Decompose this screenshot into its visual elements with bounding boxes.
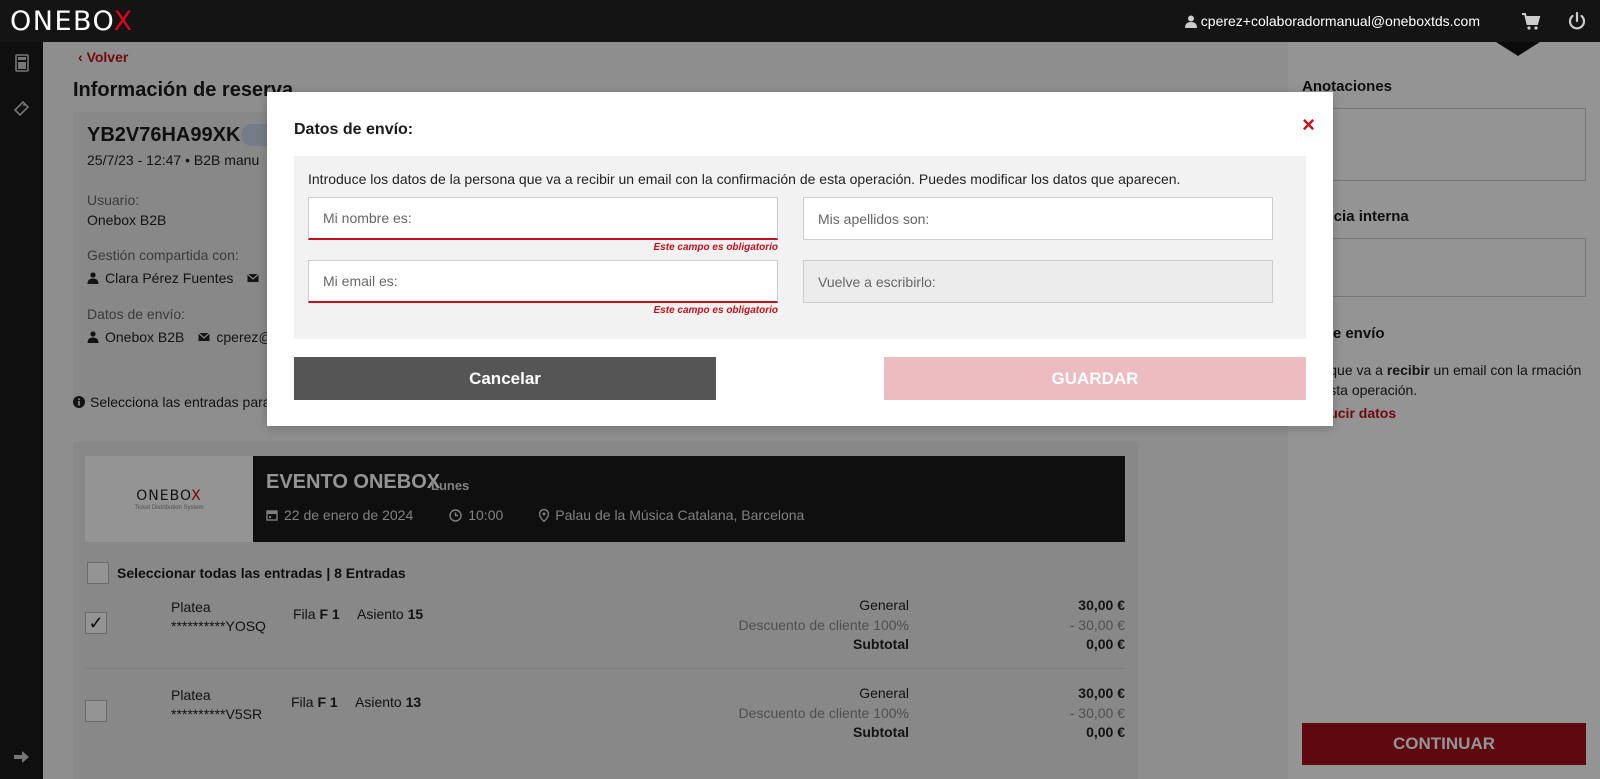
first-name-input[interactable] xyxy=(308,197,778,240)
cancel-button[interactable]: Cancelar xyxy=(294,357,716,400)
top-bar: ONEBOX cperez+colaboradormanual@oneboxtd… xyxy=(0,0,1600,42)
modal-body: Introduce los datos de la persona que va… xyxy=(294,156,1306,339)
user-account[interactable]: cperez+colaboradormanual@oneboxtds.com xyxy=(1184,13,1480,29)
save-button[interactable]: GUARDAR xyxy=(884,357,1306,400)
last-name-input[interactable] xyxy=(803,197,1273,240)
onebox-logo[interactable]: ONEBOX xyxy=(10,6,134,37)
power-icon[interactable] xyxy=(1566,10,1588,32)
email-input[interactable] xyxy=(308,260,778,303)
logo-x: X xyxy=(113,6,134,37)
shipping-data-modal: Datos de envío: × Introduce los datos de… xyxy=(267,92,1333,426)
email-error: Este campo es obligatorio xyxy=(653,305,778,316)
logo-text: ONEBO xyxy=(10,6,114,37)
modal-description: Introduce los datos de la persona que va… xyxy=(308,171,1181,187)
cart-icon[interactable] xyxy=(1520,10,1542,32)
first-name-error: Este campo es obligatorio xyxy=(653,242,778,253)
close-icon[interactable]: × xyxy=(1302,114,1315,136)
email-confirm-input[interactable] xyxy=(803,260,1273,303)
modal-title: Datos de envío: xyxy=(294,121,414,138)
user-email-text: cperez+colaboradormanual@oneboxtds.com xyxy=(1200,13,1480,29)
user-icon xyxy=(1184,15,1197,28)
